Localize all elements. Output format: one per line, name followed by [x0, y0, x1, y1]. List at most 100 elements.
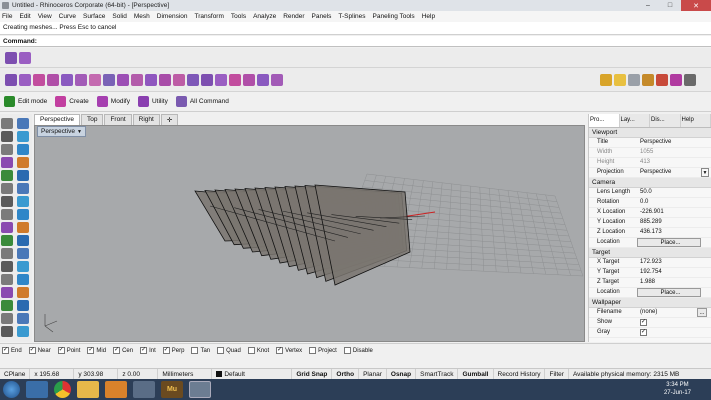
toggle-ortho[interactable]: Ortho [332, 368, 360, 380]
left-tool-icon[interactable] [17, 157, 29, 168]
left-tool-icon[interactable] [17, 170, 29, 181]
menu-paneling-tools[interactable]: Paneling Tools [373, 13, 415, 20]
modeling-tool-icon[interactable] [5, 73, 17, 86]
menu-help[interactable]: Help [422, 13, 435, 20]
left-tool-icon[interactable] [17, 235, 29, 246]
left-tool-icon[interactable] [17, 300, 29, 311]
left-tool-icon[interactable] [17, 274, 29, 285]
cplane-label[interactable]: CPlane [0, 368, 31, 380]
chevron-down-icon[interactable]: ▼ [701, 168, 709, 177]
modeling-tool-icon[interactable] [47, 73, 59, 86]
modeling-tool-icon[interactable] [271, 73, 283, 86]
render-tool-icon[interactable] [600, 73, 612, 86]
osnap-perp[interactable]: ✓ Perp [162, 347, 184, 354]
osnap-project[interactable]: Project [309, 347, 337, 354]
left-tool-icon[interactable] [1, 235, 13, 246]
menu-t-splines[interactable]: T-Splines [338, 13, 365, 20]
toggle-gumball[interactable]: Gumball [458, 368, 494, 380]
browse-button[interactable]: ... [697, 308, 707, 317]
modeling-tool-icon[interactable] [187, 73, 199, 86]
left-tool-icon[interactable] [1, 183, 13, 194]
left-tool-icon[interactable] [1, 222, 13, 233]
left-tool-icon[interactable] [17, 222, 29, 233]
maximize-icon[interactable]: □ [659, 0, 681, 11]
osnap-knot[interactable]: Knot [247, 347, 269, 354]
start-button-icon[interactable] [3, 381, 20, 398]
muse-app-icon[interactable]: Mu [161, 381, 183, 398]
y-target-field[interactable]: 192.754 [637, 268, 711, 277]
osnap-point[interactable]: ✓ Point [57, 347, 80, 354]
render-tool-icon[interactable] [642, 73, 654, 86]
toggle-smarttrack[interactable]: SmartTrack [416, 368, 459, 380]
menu-view[interactable]: View [38, 13, 52, 20]
left-tool-icon[interactable] [1, 131, 13, 142]
cmdtab-edit-mode[interactable]: Edit mode [4, 96, 47, 107]
chrome-icon[interactable] [54, 381, 71, 398]
menu-render[interactable]: Render [283, 13, 304, 20]
osnap-end[interactable]: ✓ End [2, 347, 22, 354]
tab-top[interactable]: Top [80, 114, 104, 125]
left-tool-icon[interactable] [1, 170, 13, 181]
tab-help[interactable]: Help [680, 114, 711, 127]
media-player-icon[interactable] [105, 381, 127, 398]
tab-right[interactable]: Right [132, 114, 160, 125]
minimize-icon[interactable]: – [637, 0, 659, 11]
modeling-tool-icon[interactable] [243, 73, 255, 86]
modeling-tool-icon[interactable] [229, 73, 241, 86]
osnap-checkbox[interactable]: ✓ [140, 347, 148, 354]
render-tool-icon[interactable] [670, 73, 682, 86]
menu-edit[interactable]: Edit [19, 13, 30, 20]
z-target-field[interactable]: 1.988 [637, 278, 711, 287]
left-tool-icon[interactable] [17, 313, 29, 324]
osnap-checkbox[interactable]: ✓ [162, 347, 170, 354]
osnap-checkbox[interactable] [309, 347, 317, 354]
render-tool-icon[interactable] [656, 73, 668, 86]
left-tool-icon[interactable] [17, 144, 29, 155]
menu-solid[interactable]: Solid [112, 13, 126, 20]
left-tool-icon[interactable] [17, 326, 29, 337]
menu-dimension[interactable]: Dimension [157, 13, 188, 20]
menu-tools[interactable]: Tools [231, 13, 246, 20]
command-input[interactable]: Command: [0, 36, 711, 47]
osnap-checkbox[interactable]: ✓ [28, 347, 36, 354]
menu-mesh[interactable]: Mesh [134, 13, 150, 20]
left-tool-icon[interactable] [1, 118, 13, 129]
modeling-tool-icon[interactable] [33, 73, 45, 86]
toggle-grid-snap[interactable]: Grid Snap [292, 368, 333, 380]
osnap-near[interactable]: ✓ Near [28, 347, 51, 354]
viewport-label[interactable]: Perspective ▼ [37, 126, 86, 137]
toggle-record-history[interactable]: Record History [494, 368, 546, 380]
menu-file[interactable]: File [2, 13, 12, 20]
osnap-checkbox[interactable]: ✓ [113, 347, 121, 354]
left-tool-icon[interactable] [1, 248, 13, 259]
modeling-tool-icon[interactable] [75, 73, 87, 86]
modeling-tool-icon[interactable] [159, 73, 171, 86]
display-tool-icon[interactable] [5, 51, 17, 64]
left-tool-icon[interactable] [17, 287, 29, 298]
tab-layers[interactable]: Lay... [619, 114, 650, 127]
tab-front[interactable]: Front [104, 114, 132, 125]
display-tool-icon[interactable] [19, 51, 31, 64]
projection-dropdown[interactable]: Perspective ▼ [637, 168, 711, 177]
tab-display[interactable]: Dis... [650, 114, 681, 127]
tab-properties[interactable]: Pro... [589, 114, 620, 127]
left-tool-icon[interactable] [17, 196, 29, 207]
left-tool-icon[interactable] [1, 287, 13, 298]
modeling-tool-icon[interactable] [19, 73, 31, 86]
osnap-int[interactable]: ✓ Int [140, 347, 156, 354]
modeling-tool-icon[interactable] [173, 73, 185, 86]
left-tool-icon[interactable] [17, 261, 29, 272]
modeling-tool-icon[interactable] [103, 73, 115, 86]
menu-analyze[interactable]: Analyze [253, 13, 276, 20]
osnap-checkbox[interactable]: ✓ [57, 347, 65, 354]
left-tool-icon[interactable] [1, 196, 13, 207]
x-location-field[interactable]: -226.901 [637, 208, 711, 217]
left-tool-icon[interactable] [17, 183, 29, 194]
prop-title-value[interactable]: Perspective [637, 138, 711, 147]
menu-surface[interactable]: Surface [83, 13, 105, 20]
menu-curve[interactable]: Curve [59, 13, 76, 20]
left-tool-icon[interactable] [17, 118, 29, 129]
osnap-checkbox[interactable] [191, 347, 199, 354]
render-tool-icon[interactable] [614, 73, 626, 86]
osnap-checkbox[interactable]: ✓ [87, 347, 95, 354]
